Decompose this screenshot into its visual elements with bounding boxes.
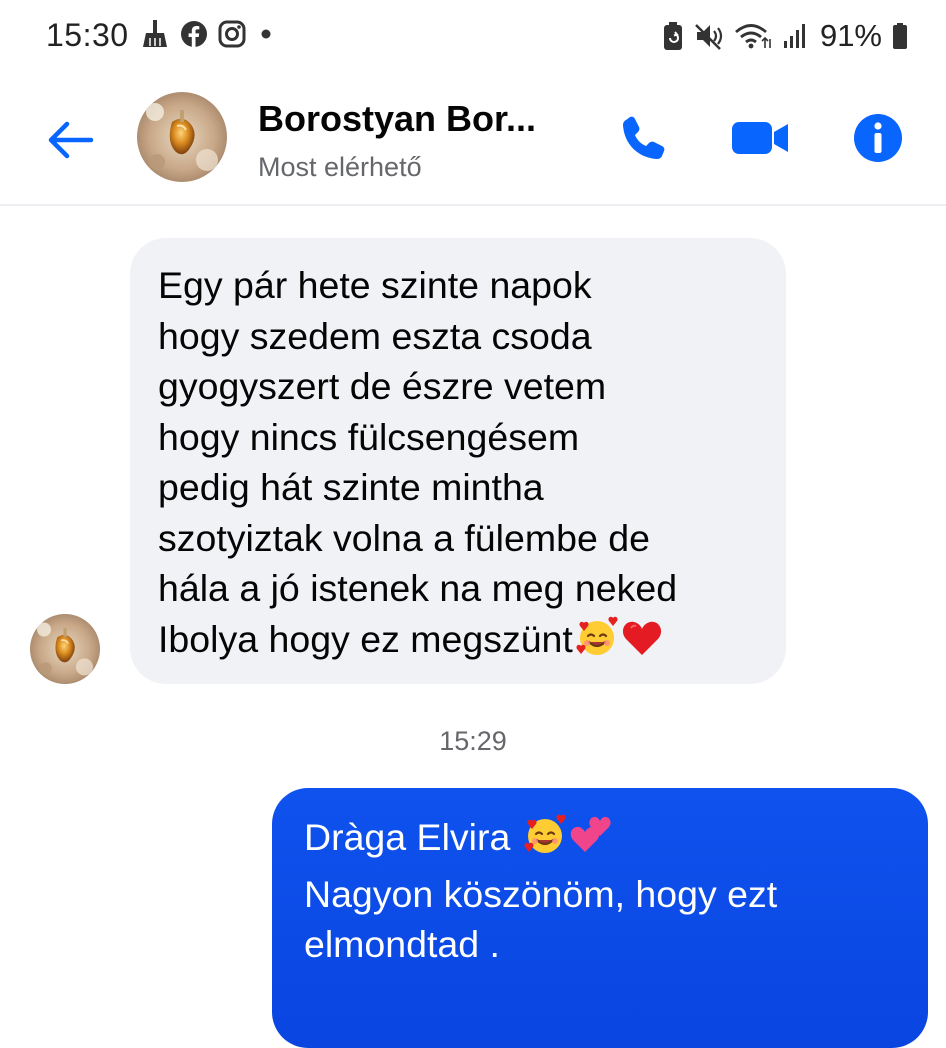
two-hearts-icon [569,814,613,869]
message-line: elmondtad . [304,923,500,965]
facebook-icon [180,20,208,48]
phone-icon [623,116,665,159]
battery-percentage: 91% [819,18,882,53]
wifi-icon [734,21,772,51]
message-line: Egy pár hete szinte napok [158,264,592,306]
back-arrow-icon [48,121,94,159]
contact-name[interactable]: Borostyan Bor... [258,98,578,140]
instagram-icon [218,20,246,48]
message-line: hála a jó istenek na meg neked [158,567,678,609]
message-line: szotyiztak volna a fülembe de [158,516,650,559]
smiling-face-with-hearts-icon [575,616,619,671]
back-button[interactable] [40,112,100,168]
incoming-message-bubble[interactable]: Egy pár hete szinte napok hogy szedem es… [130,238,786,684]
smiling-face-with-hearts-icon [523,814,567,869]
video-call-button[interactable] [728,106,792,170]
amber-photo [30,614,100,684]
info-icon [854,114,902,162]
message-line: gyogyszert de észre vetem [158,365,607,407]
red-heart-icon [621,618,663,671]
status-time: 15:30 [46,17,129,53]
message-first-line: Dràga Elvira [304,812,896,869]
system-icons: 91% [662,18,908,54]
message-last-line: Ibolya hogy ez megszünt [158,614,758,671]
battery-saver-icon [662,21,684,51]
message-line: Nagyon köszönöm, hogy ezt [304,872,778,915]
outgoing-message-bubble[interactable]: Dràga Elvira Nagyon köszönöm, hogy ezt e… [272,788,928,1048]
mute-icon [694,21,724,51]
battery-icon [892,22,908,50]
call-button[interactable] [610,106,674,170]
status-bar: 15:30 91% [0,0,946,76]
signal-icon [782,22,810,50]
message-line: hogy nincs fülcsengésem [158,415,580,458]
video-camera-icon [732,122,788,154]
info-button[interactable] [846,106,910,170]
notification-icons [140,18,276,50]
conversation-header: Borostyan Bor... Most elérhető [0,76,946,206]
broom-icon [140,18,170,50]
message-line-text: Dràga Elvira [304,816,511,858]
contact-status: Most elérhető [258,152,422,182]
dot-icon [256,24,276,44]
message-line-text: Ibolya hogy ez megszünt [158,617,573,660]
amber-photo [137,92,227,182]
message-line: hogy szedem eszta csoda [158,314,592,357]
sender-avatar[interactable] [30,614,100,684]
message-timestamp: 15:29 [439,726,507,756]
message-line: pedig hát szinte mintha [158,466,544,508]
message-list[interactable]: Egy pár hete szinte napok hogy szedem es… [0,206,946,1048]
contact-avatar[interactable] [137,92,227,182]
